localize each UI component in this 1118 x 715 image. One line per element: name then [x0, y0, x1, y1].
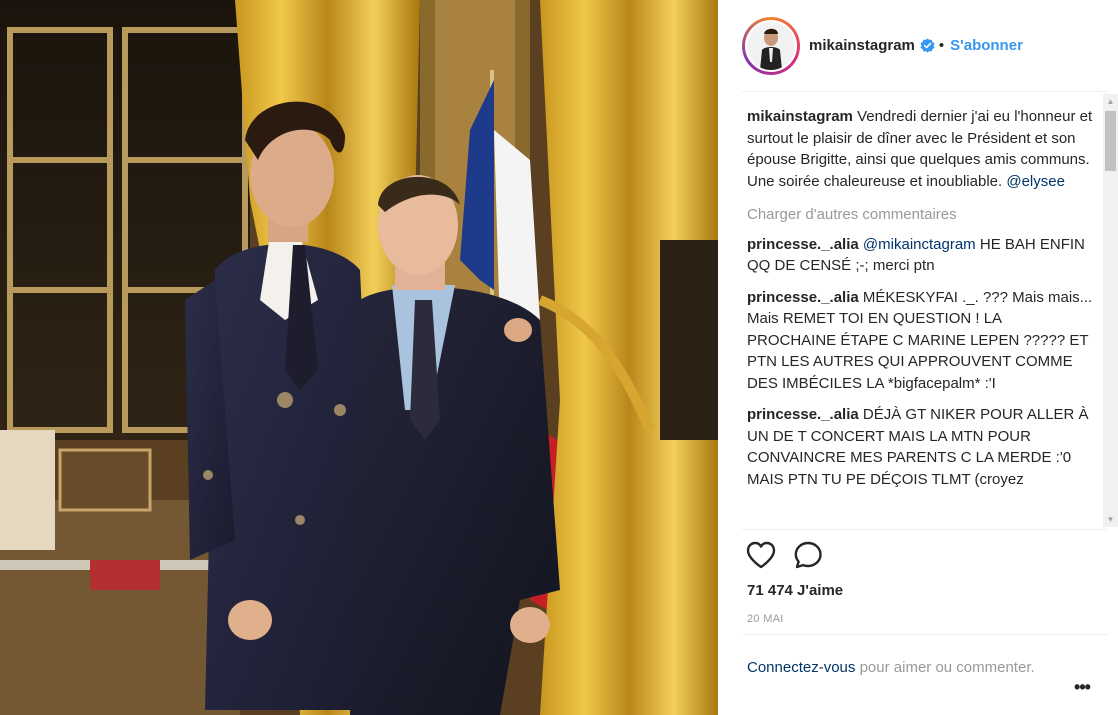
login-prompt-text: pour aimer ou commenter. [859, 659, 1035, 676]
comment-username[interactable]: princesse._.alia [747, 236, 859, 253]
post-photo[interactable] [0, 0, 718, 715]
login-prompt: Connectez-vous pour aimer ou commenter. [747, 657, 1037, 679]
comment-username[interactable]: princesse._.alia [747, 406, 859, 423]
avatar[interactable] [745, 19, 797, 72]
login-link[interactable]: Connectez-vous [747, 659, 855, 676]
header-separator: • [938, 37, 945, 54]
caption-username[interactable]: mikainstagram [747, 108, 853, 125]
post-actions [746, 541, 823, 569]
comment-item: princesse._.alia MÉKESKYFAI ._. ??? Mais… [747, 287, 1094, 395]
divider [742, 529, 1108, 530]
likes-count: 71 474 J'aime [747, 582, 844, 599]
comment-bubble-icon[interactable] [794, 541, 823, 569]
avatar-story-ring[interactable] [742, 16, 800, 75]
follow-button[interactable]: S'abonner [950, 37, 1023, 54]
comment-mention[interactable]: @mikainctagram [863, 236, 976, 253]
comment-item: princesse._.alia DÉJÀ GT NIKER POUR ALLE… [747, 404, 1094, 490]
comments-scrollbar[interactable]: ▲ ▼ [1103, 94, 1118, 527]
scrollbar-thumb[interactable] [1105, 111, 1116, 171]
author-username[interactable]: mikainstagram [809, 37, 915, 54]
comment-item: princesse._.alia @mikainctagram HE BAH E… [747, 234, 1094, 277]
comments-list[interactable]: mikainstagram Vendredi dernier j'ai eu l… [747, 106, 1094, 530]
caption-mention[interactable]: @elysee [1006, 173, 1065, 190]
heart-icon[interactable] [746, 541, 776, 569]
comment-username[interactable]: princesse._.alia [747, 289, 859, 306]
verified-badge-icon [920, 38, 935, 53]
divider [742, 634, 1108, 635]
post-caption: mikainstagram Vendredi dernier j'ai eu l… [747, 106, 1094, 192]
more-options-icon[interactable]: ••• [1072, 677, 1092, 697]
post-date[interactable]: 20 MAI [747, 613, 784, 625]
post-header: mikainstagram • S'abonner [718, 0, 1118, 91]
scroll-down-arrow-icon[interactable]: ▼ [1103, 512, 1118, 527]
divider [742, 91, 1108, 92]
load-more-comments-button[interactable]: Charger d'autres commentaires [747, 204, 1094, 226]
scroll-up-arrow-icon[interactable]: ▲ [1103, 94, 1118, 109]
post-sidebar: mikainstagram • S'abonner mikainstagram … [718, 0, 1118, 715]
